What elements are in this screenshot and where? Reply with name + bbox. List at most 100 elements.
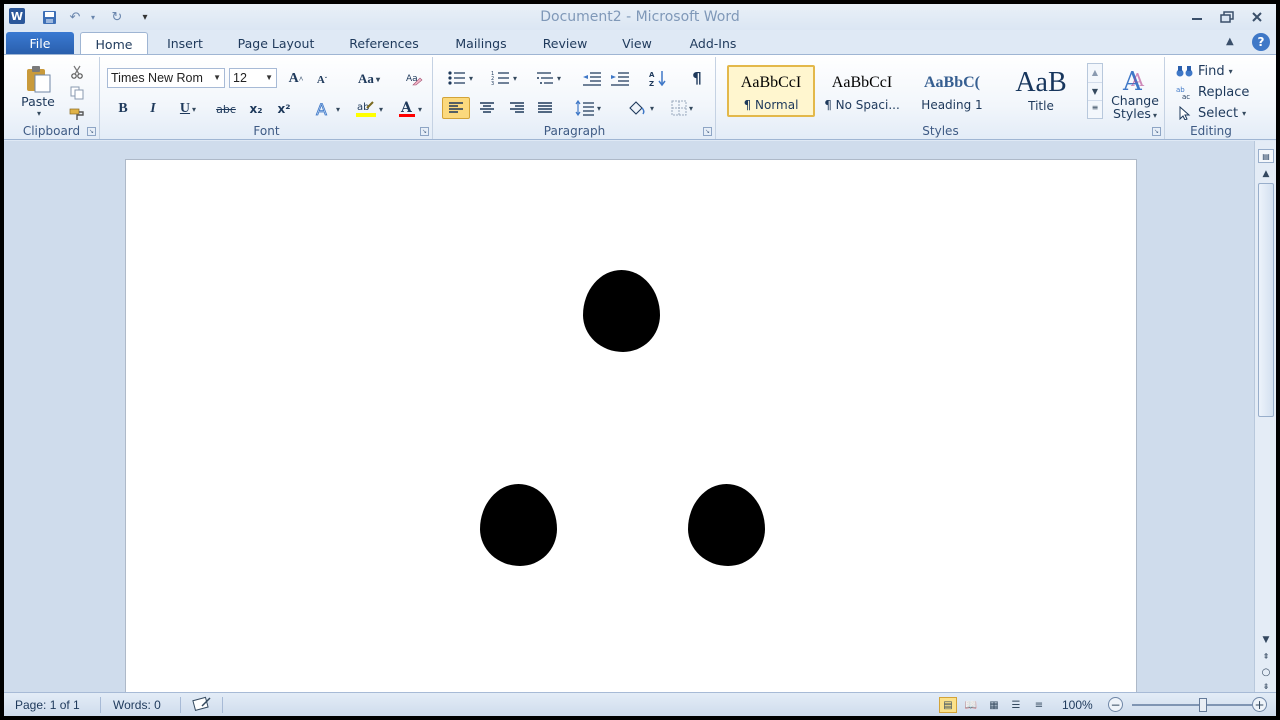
- styles-scroll-up-icon[interactable]: ▲: [1088, 64, 1102, 82]
- style-heading-1[interactable]: AaBbC( Heading 1: [909, 65, 995, 117]
- print-layout-icon[interactable]: ▤: [939, 697, 957, 713]
- increase-indent-icon[interactable]: [608, 68, 632, 88]
- borders-button[interactable]: ▾: [664, 97, 700, 119]
- draft-view-icon[interactable]: ≡: [1030, 697, 1048, 713]
- scroll-up-icon[interactable]: ▲: [1258, 167, 1274, 181]
- zoom-out-icon[interactable]: −: [1108, 697, 1123, 712]
- black-blob-right[interactable]: [688, 484, 765, 566]
- change-styles-label-2-wrap: Styles ▾: [1113, 106, 1157, 121]
- font-color-icon: A: [398, 100, 415, 117]
- tab-view[interactable]: View: [612, 32, 662, 54]
- style-no-spacing-name: ¶ No Spaci...: [824, 97, 900, 112]
- paragraph-group-label: Paragraph: [543, 124, 606, 138]
- proofing-icon[interactable]: [192, 696, 212, 715]
- show-hide-marks-button[interactable]: ¶: [686, 68, 708, 88]
- replace-button[interactable]: ab ac Replace: [1176, 82, 1254, 102]
- paragraph-launcher-icon[interactable]: ↘: [703, 127, 712, 136]
- scroll-down-icon[interactable]: ▼: [1258, 633, 1274, 647]
- previous-page-icon[interactable]: ⇞: [1258, 649, 1274, 663]
- align-center-icon[interactable]: [474, 97, 500, 119]
- black-blob-top[interactable]: [583, 270, 660, 352]
- shrink-font-icon[interactable]: Aˇ: [311, 70, 333, 90]
- bullets-icon: [448, 71, 465, 85]
- numbering-button[interactable]: 1 2 3 ▾: [486, 68, 522, 88]
- view-ruler-icon[interactable]: ▤: [1258, 149, 1274, 163]
- underline-button[interactable]: U ▾: [171, 99, 205, 119]
- document-page[interactable]: [125, 159, 1137, 692]
- tab-insert[interactable]: Insert: [156, 32, 214, 54]
- decrease-indent-icon[interactable]: [580, 68, 604, 88]
- tab-review[interactable]: Review: [534, 32, 596, 54]
- minimize-button[interactable]: [1185, 7, 1209, 27]
- bullets-button[interactable]: ▾: [442, 68, 478, 88]
- find-button[interactable]: Find ▾: [1176, 61, 1252, 81]
- black-blob-left[interactable]: [480, 484, 557, 566]
- styles-more-icon[interactable]: ≡: [1088, 100, 1102, 118]
- status-separator: [180, 697, 181, 713]
- clipboard-launcher-icon[interactable]: ↘: [87, 127, 96, 136]
- outline-view-icon[interactable]: ☰: [1007, 697, 1025, 713]
- bold-button[interactable]: B: [113, 99, 133, 119]
- tab-file[interactable]: File: [6, 32, 74, 54]
- shading-button[interactable]: ▾: [620, 97, 660, 119]
- highlight-button[interactable]: ab ▾: [351, 99, 387, 119]
- subscript-button[interactable]: x₂: [245, 99, 267, 119]
- tab-home[interactable]: Home: [80, 32, 148, 55]
- select-browse-object-icon[interactable]: ○: [1258, 665, 1274, 679]
- editing-group: Find ▾ ab ac Replace Select ▾ Editing: [1166, 57, 1256, 139]
- font-size-combo[interactable]: 12 ▼: [229, 68, 277, 88]
- italic-button[interactable]: I: [143, 99, 163, 119]
- paste-button[interactable]: Paste ▾: [16, 61, 60, 121]
- zoom-slider-thumb[interactable]: [1198, 698, 1207, 712]
- style-no-spacing[interactable]: AaBbCcI ¶ No Spaci...: [819, 65, 905, 117]
- font-name-combo[interactable]: Times New Rom ▼: [107, 68, 225, 88]
- close-button[interactable]: [1245, 7, 1269, 27]
- scroll-thumb[interactable]: [1258, 183, 1274, 417]
- change-case-label: Aa: [358, 71, 374, 86]
- change-styles-button[interactable]: AA Change Styles ▾: [1107, 63, 1163, 125]
- style-normal[interactable]: AaBbCcI ¶ Normal: [727, 65, 815, 117]
- web-layout-icon[interactable]: ▦: [985, 697, 1003, 713]
- justify-icon[interactable]: [532, 97, 558, 119]
- replace-label: Replace: [1198, 84, 1250, 100]
- format-painter-icon[interactable]: [68, 105, 86, 123]
- style-title[interactable]: AaB Title: [999, 65, 1083, 117]
- text-effects-button[interactable]: A ▾: [309, 99, 345, 119]
- cut-icon[interactable]: [68, 63, 86, 81]
- align-right-icon[interactable]: [504, 97, 530, 119]
- change-case-button[interactable]: Aa ▾: [353, 69, 385, 89]
- minimize-ribbon-icon[interactable]: ▲: [1226, 36, 1234, 47]
- sort-icon[interactable]: AZ: [646, 68, 670, 88]
- style-title-sample: AaB: [1015, 69, 1067, 98]
- tab-add-ins[interactable]: Add-Ins: [678, 32, 748, 54]
- help-icon[interactable]: ?: [1252, 33, 1270, 51]
- styles-launcher-icon[interactable]: ↘: [1152, 127, 1161, 136]
- full-screen-reading-icon[interactable]: 📖: [962, 697, 980, 713]
- word-count[interactable]: Words: 0: [113, 698, 161, 712]
- clipboard-group: Paste ▾ Clipboard ↘: [4, 57, 100, 139]
- align-left-button[interactable]: [442, 97, 470, 119]
- multilevel-list-button[interactable]: ▾: [530, 68, 566, 88]
- grow-font-icon[interactable]: A ^: [285, 69, 307, 89]
- page-count[interactable]: Page: 1 of 1: [15, 698, 80, 712]
- replace-icon: abac: [1176, 86, 1190, 99]
- strikethrough-button[interactable]: abc: [213, 99, 239, 119]
- status-separator: [100, 697, 101, 713]
- font-color-button[interactable]: A ▾: [393, 99, 427, 119]
- clear-formatting-icon[interactable]: Aa: [403, 69, 425, 89]
- next-page-icon[interactable]: ⇟: [1258, 679, 1274, 693]
- line-spacing-button[interactable]: ▾: [570, 97, 606, 119]
- superscript-button[interactable]: x²: [273, 99, 295, 119]
- font-launcher-icon[interactable]: ↘: [420, 127, 429, 136]
- tab-page-layout[interactable]: Page Layout: [228, 32, 324, 54]
- select-button[interactable]: Select ▾: [1176, 103, 1254, 123]
- tab-references[interactable]: References: [340, 32, 428, 54]
- styles-scroll-down-icon[interactable]: ▼: [1088, 82, 1102, 100]
- restore-button[interactable]: [1215, 7, 1239, 27]
- zoom-slider-track[interactable]: [1132, 704, 1252, 706]
- zoom-in-icon[interactable]: +: [1252, 697, 1267, 712]
- vertical-scrollbar[interactable]: ▤ ▲ ▼ ⇞ ○ ⇟: [1254, 141, 1276, 692]
- copy-icon[interactable]: [68, 84, 86, 102]
- zoom-level[interactable]: 100%: [1062, 698, 1093, 712]
- tab-mailings[interactable]: Mailings: [444, 32, 518, 54]
